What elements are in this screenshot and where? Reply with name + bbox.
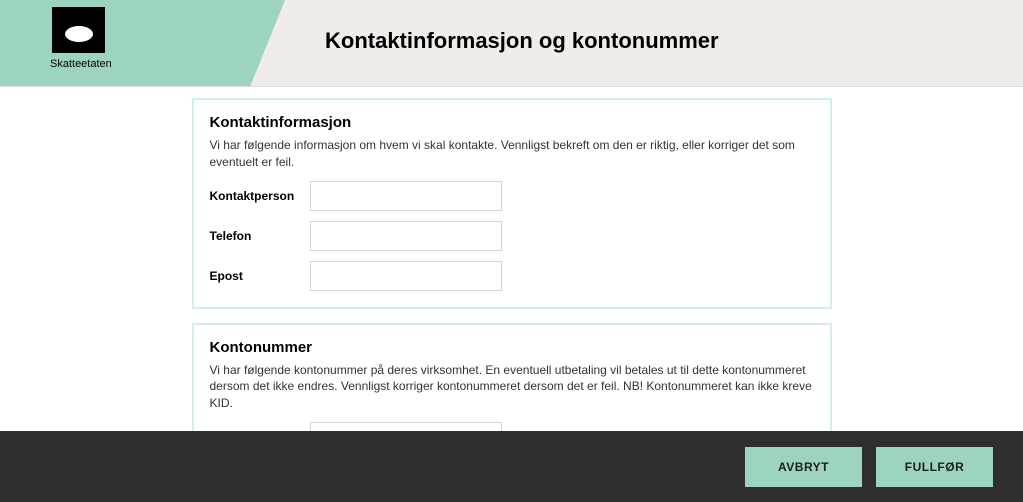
contact-info-heading: Kontaktinformasjon <box>210 114 814 131</box>
header-accent <box>0 0 250 87</box>
brand-name: Skatteetaten <box>50 58 112 70</box>
telephone-label: Telefon <box>210 229 310 243</box>
footer-bar: AVBRYT FULLFØR <box>0 431 1023 502</box>
header: Skatteetaten Kontaktinformasjon og konto… <box>0 0 1023 87</box>
account-number-heading: Kontonummer <box>210 339 814 356</box>
contact-person-row: Kontaktperson <box>210 181 814 211</box>
account-number-description: Vi har følgende kontonummer på deres vir… <box>210 362 814 412</box>
contact-info-panel: Kontaktinformasjon Vi har følgende infor… <box>192 98 832 309</box>
cancel-button[interactable]: AVBRYT <box>745 447 862 487</box>
page-title: Kontaktinformasjon og kontonummer <box>325 28 719 54</box>
contact-person-label: Kontaktperson <box>210 189 310 203</box>
email-row: Epost <box>210 261 814 291</box>
email-label: Epost <box>210 269 310 283</box>
main-content: Kontaktinformasjon Vi har følgende infor… <box>0 87 1023 470</box>
telephone-input[interactable] <box>310 221 502 251</box>
email-input[interactable] <box>310 261 502 291</box>
contact-info-description: Vi har følgende informasjon om hvem vi s… <box>210 137 814 171</box>
contact-person-input[interactable] <box>310 181 502 211</box>
telephone-row: Telefon <box>210 221 814 251</box>
submit-button[interactable]: FULLFØR <box>876 447 993 487</box>
brand-logo <box>52 7 105 53</box>
brand-logo-icon <box>62 17 96 43</box>
